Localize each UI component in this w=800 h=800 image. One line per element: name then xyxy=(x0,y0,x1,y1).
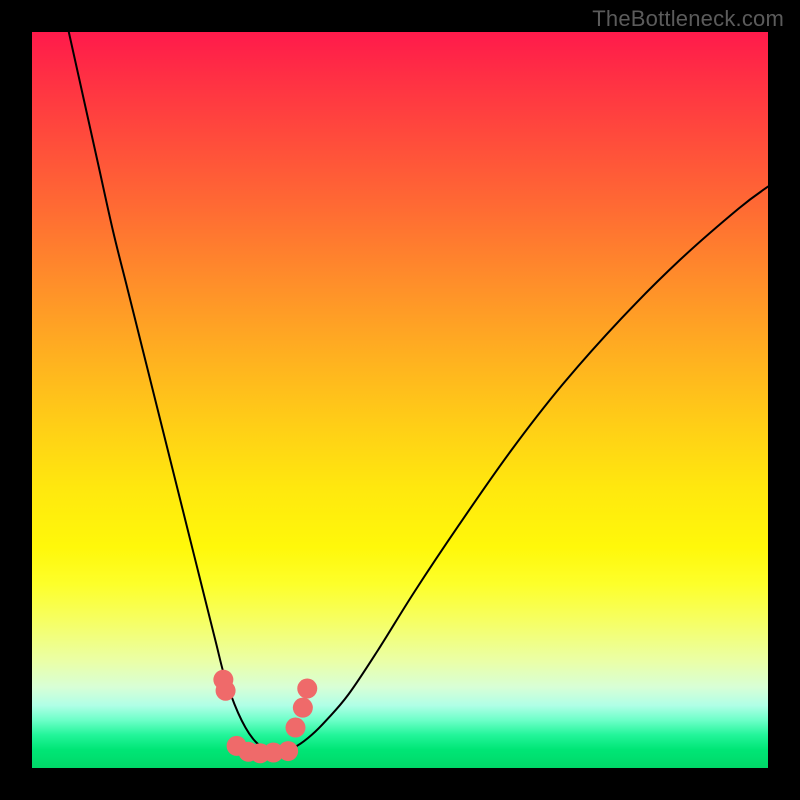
bottleneck-curve xyxy=(69,32,768,753)
data-marker xyxy=(297,679,317,699)
chart-frame: TheBottleneck.com xyxy=(0,0,800,800)
marker-layer xyxy=(213,670,317,764)
data-marker xyxy=(216,681,236,701)
data-marker xyxy=(285,718,305,738)
data-marker xyxy=(278,741,298,761)
chart-svg xyxy=(32,32,768,768)
data-marker xyxy=(293,698,313,718)
watermark-text: TheBottleneck.com xyxy=(592,6,784,32)
curve-layer xyxy=(69,32,768,753)
plot-area xyxy=(32,32,768,768)
